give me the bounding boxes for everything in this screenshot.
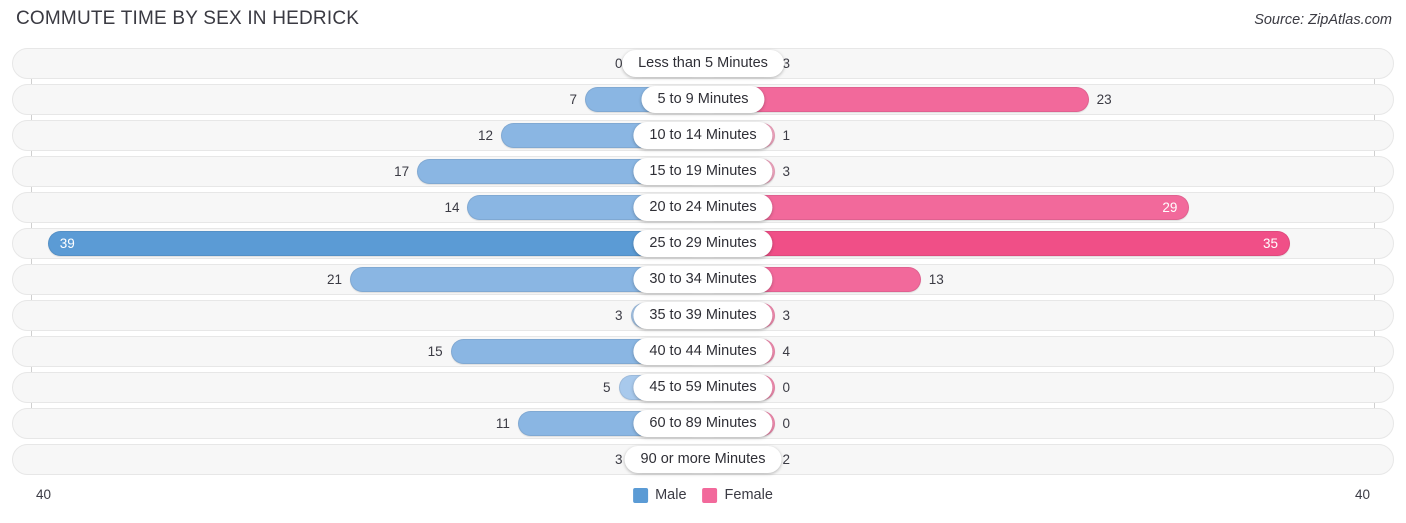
- chart-footer: 40 40 Male Female: [0, 485, 1406, 523]
- bar-value-female: 29: [1162, 200, 1178, 215]
- axis-tick-left: 40: [36, 487, 52, 502]
- bar-value-male: 17: [394, 164, 410, 179]
- bar-value-female: 3: [782, 164, 791, 179]
- legend-swatch-male-icon: [633, 487, 649, 503]
- bar-value-male: 5: [603, 380, 611, 395]
- bar-value-male: 3: [614, 452, 623, 467]
- chart-row[interactable]: 5 0 45 to 59 Minutes: [0, 372, 1406, 403]
- bar-value-male: 15: [427, 344, 443, 359]
- category-label: 10 to 14 Minutes: [633, 122, 773, 149]
- category-label: 90 or more Minutes: [624, 446, 782, 473]
- chart-row[interactable]: 15 4 40 to 44 Minutes: [0, 336, 1406, 367]
- bar-value-female: 1: [782, 128, 791, 143]
- bar-value-female: 23: [1096, 92, 1112, 107]
- chart-row[interactable]: 11 0 60 to 89 Minutes: [0, 408, 1406, 439]
- legend-item-male[interactable]: Male: [633, 487, 687, 503]
- legend-item-female[interactable]: Female: [702, 487, 773, 503]
- bar-female[interactable]: [702, 195, 1190, 220]
- category-label: 45 to 59 Minutes: [633, 374, 773, 401]
- category-label: 25 to 29 Minutes: [633, 230, 773, 257]
- category-label: 20 to 24 Minutes: [633, 194, 773, 221]
- chart-row[interactable]: 21 13 30 to 34 Minutes: [0, 264, 1406, 295]
- bar-value-male: 14: [444, 200, 460, 215]
- chart-rows: 0 3 Less than 5 Minutes 7 23 5 to 9 Minutes 12…: [0, 48, 1406, 480]
- category-label: 5 to 9 Minutes: [641, 86, 765, 113]
- bar-value-male: 7: [569, 92, 577, 107]
- category-label: 60 to 89 Minutes: [633, 410, 773, 437]
- category-label: 35 to 39 Minutes: [633, 302, 773, 329]
- bar-female[interactable]: [702, 231, 1291, 256]
- category-label: 30 to 34 Minutes: [633, 266, 773, 293]
- bar-value-female: 0: [782, 380, 791, 395]
- legend-swatch-female-icon: [702, 487, 718, 503]
- bar-value-male: 3: [614, 308, 623, 323]
- bar-value-male: 11: [495, 416, 510, 431]
- bar-value-male: 12: [478, 128, 494, 143]
- category-label: 15 to 19 Minutes: [633, 158, 773, 185]
- legend-label-male: Male: [655, 487, 687, 503]
- bar-value-female: 2: [782, 452, 791, 467]
- category-label: 40 to 44 Minutes: [633, 338, 773, 365]
- page-title: COMMUTE TIME BY SEX IN HEDRICK: [16, 8, 360, 29]
- chart-row[interactable]: 17 3 15 to 19 Minutes: [0, 156, 1406, 187]
- chart-plot-area: 0 3 Less than 5 Minutes 7 23 5 to 9 Minutes 12…: [0, 48, 1406, 485]
- chart-row[interactable]: 39 35 25 to 29 Minutes: [0, 228, 1406, 259]
- chart-row[interactable]: 3 3 35 to 39 Minutes: [0, 300, 1406, 331]
- bar-male[interactable]: [47, 231, 703, 256]
- bar-value-female: 35: [1263, 236, 1279, 251]
- bar-value-male: 21: [326, 272, 342, 287]
- bar-value-female: 3: [782, 308, 791, 323]
- chart-row[interactable]: 12 1 10 to 14 Minutes: [0, 120, 1406, 151]
- axis-tick-right: 40: [1354, 487, 1370, 502]
- chart-legend: Male Female: [633, 487, 773, 503]
- legend-label-female: Female: [724, 487, 773, 503]
- chart-row[interactable]: 14 29 20 to 24 Minutes: [0, 192, 1406, 223]
- bar-value-female: 4: [782, 344, 791, 359]
- source-attribution: Source: ZipAtlas.com: [1254, 12, 1392, 28]
- bar-value-female: 0: [782, 416, 791, 431]
- bar-value-male: 39: [59, 236, 75, 251]
- chart-row[interactable]: 3 2 90 or more Minutes: [0, 444, 1406, 475]
- chart-row[interactable]: 7 23 5 to 9 Minutes: [0, 84, 1406, 115]
- bar-value-female: 13: [928, 272, 944, 287]
- category-label: Less than 5 Minutes: [622, 50, 784, 77]
- chart-row[interactable]: 0 3 Less than 5 Minutes: [0, 48, 1406, 79]
- chart-page: COMMUTE TIME BY SEX IN HEDRICK Source: Z…: [0, 0, 1406, 523]
